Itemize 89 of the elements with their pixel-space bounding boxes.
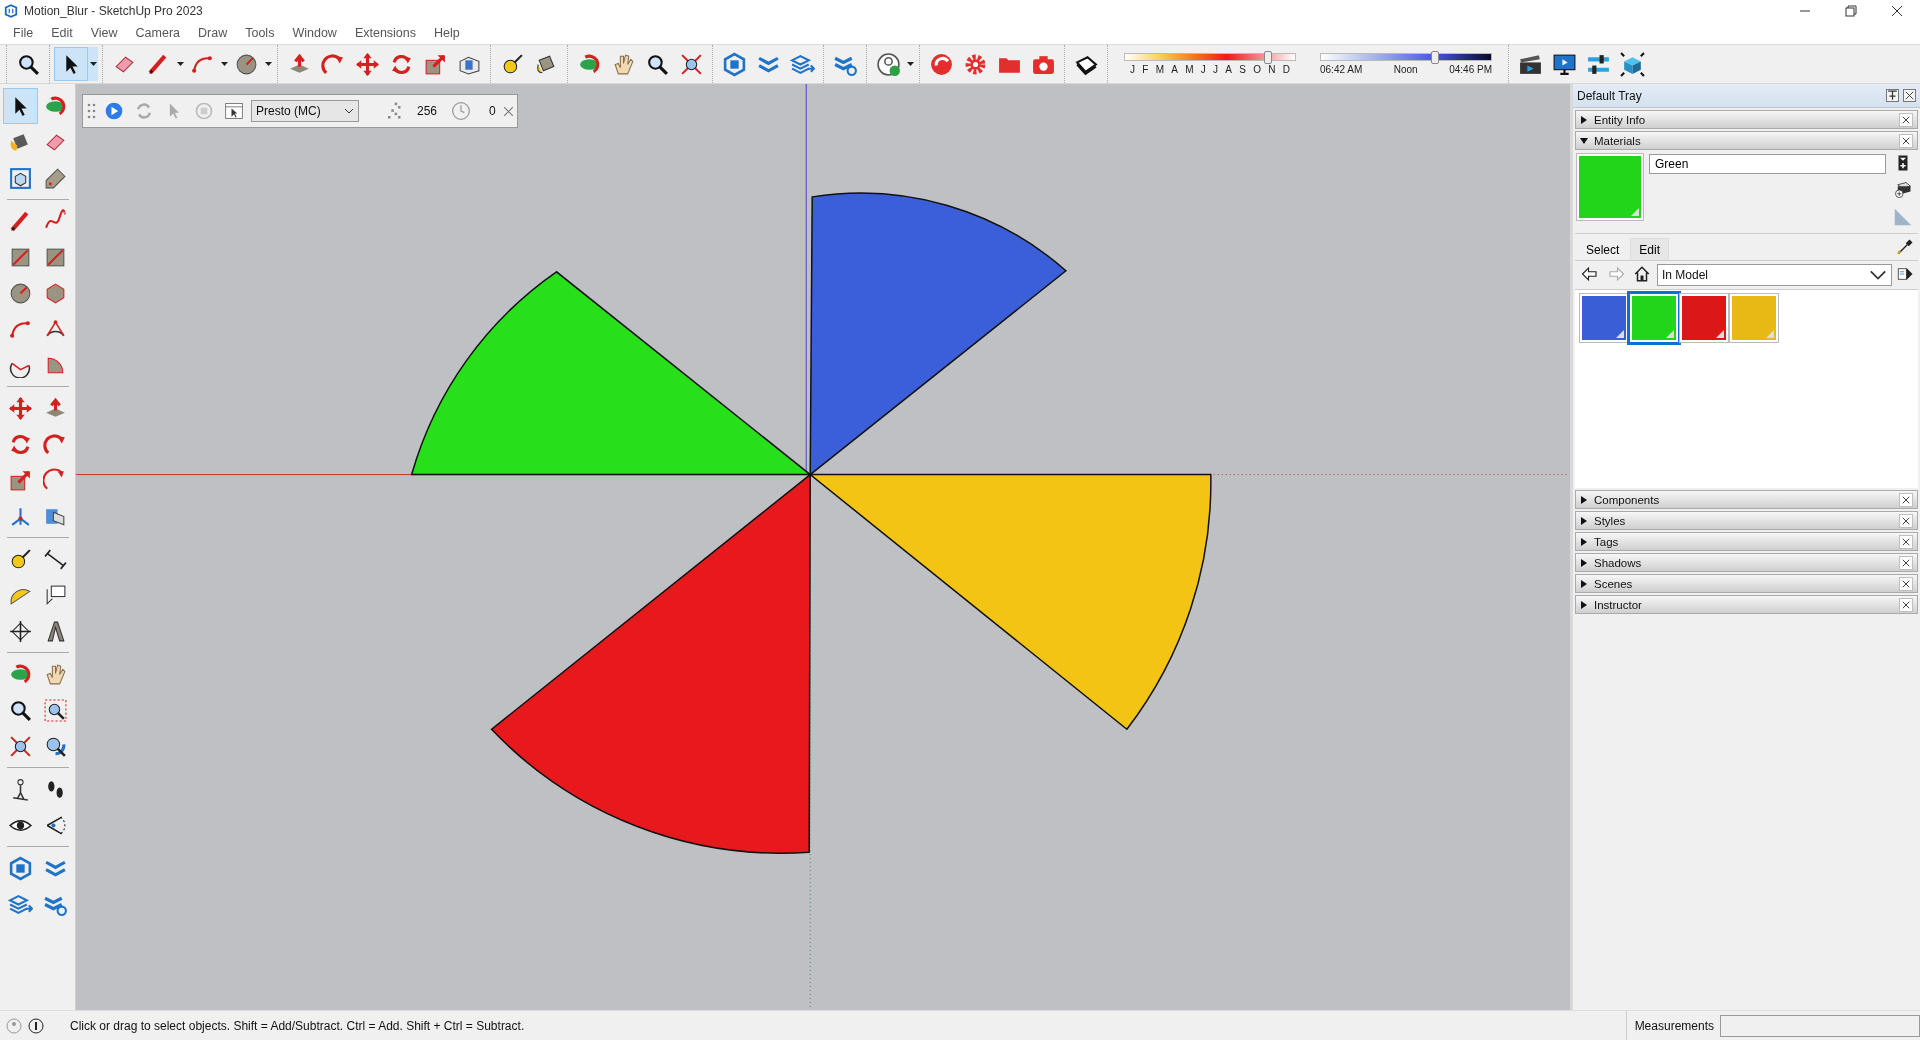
slider-thumb[interactable] [1430, 51, 1439, 64]
sample-count: 256 [416, 104, 439, 118]
close-button[interactable] [1899, 534, 1913, 549]
material-name-field[interactable]: Green [1649, 154, 1886, 174]
close-button[interactable] [1899, 492, 1913, 507]
month-label: A [1171, 64, 1178, 75]
panel-title: Tags [1594, 535, 1619, 548]
expand-triangle-icon [1580, 495, 1588, 504]
time-label: 06:42 AM [1320, 64, 1363, 75]
panel-header[interactable]: Materials [1575, 131, 1918, 150]
menu-item[interactable]: Help [425, 26, 469, 40]
month-label: N [1268, 64, 1276, 75]
material-swatch[interactable] [1730, 294, 1778, 342]
clock-icon [451, 101, 472, 121]
collection-dropdown[interactable]: In Model [1657, 264, 1892, 286]
month-label: D [1282, 64, 1290, 75]
close-button[interactable] [1899, 112, 1913, 127]
panel-title: Instructor [1594, 598, 1642, 611]
expand-triangle-icon [1580, 579, 1588, 588]
expand-triangle-icon [1580, 516, 1588, 525]
caret-icon [344, 108, 354, 114]
time-label: 04:46 PM [1449, 64, 1492, 75]
month-label: J [1130, 64, 1135, 75]
season-slider[interactable] [1124, 53, 1296, 61]
menu-item[interactable]: Tools [236, 26, 284, 40]
month-label: A [1225, 64, 1232, 75]
cursor-icon[interactable] [54, 47, 88, 81]
expand-triangle-icon [1580, 600, 1588, 609]
time-slider[interactable] [1320, 53, 1492, 61]
panel-header[interactable]: Shadows [1575, 553, 1918, 572]
month-label: M [1185, 64, 1194, 75]
month-label: J [1213, 64, 1219, 75]
time-value: 0 [488, 104, 497, 118]
month-label: O [1253, 64, 1261, 75]
collapse-triangle-icon [1580, 136, 1588, 145]
expand-triangle-icon [1580, 115, 1588, 124]
expand-triangle-icon [1580, 537, 1588, 546]
material-preview [1577, 154, 1643, 220]
month-label: S [1239, 64, 1246, 75]
panel-title: Shadows [1594, 556, 1642, 569]
panel-header[interactable]: Styles [1575, 511, 1918, 530]
month-label: M [1155, 64, 1164, 75]
menu-item[interactable]: Extensions [345, 26, 426, 40]
menu-item[interactable]: View [81, 26, 127, 40]
menu-item[interactable]: Draw [189, 26, 237, 40]
panel-title: Scenes [1594, 577, 1633, 590]
close-button[interactable] [1899, 555, 1913, 570]
close-button[interactable] [1903, 89, 1916, 102]
measurements-field[interactable] [1720, 1014, 1920, 1037]
panel-title: Components [1594, 493, 1660, 506]
panel-title: Materials [1594, 134, 1641, 147]
close-button[interactable] [1899, 597, 1913, 612]
close-button[interactable] [1899, 133, 1913, 148]
tab[interactable]: Edit [1630, 238, 1670, 260]
close-button[interactable] [1899, 513, 1913, 528]
restore-icon[interactable] [1845, 5, 1857, 17]
expand-triangle-icon [1580, 558, 1588, 567]
window-title: Motion_Blur - SketchUp Pro 2023 [24, 4, 203, 18]
panel-title: Styles [1594, 514, 1626, 527]
close-button[interactable] [1899, 576, 1913, 591]
material-swatch[interactable] [1580, 294, 1628, 342]
app-logo-icon [4, 4, 18, 18]
panel-title: Entity Info [1594, 113, 1646, 126]
menu-item[interactable]: File [4, 26, 43, 40]
panel-header[interactable]: Scenes [1575, 574, 1918, 593]
slider-thumb[interactable] [1263, 51, 1272, 64]
panel-header[interactable]: Components [1575, 490, 1918, 509]
pin-button[interactable] [1886, 89, 1899, 102]
menu-item[interactable]: Camera [126, 26, 190, 40]
panel-header[interactable]: Instructor [1575, 595, 1918, 614]
panel-header[interactable]: Entity Info [1575, 110, 1918, 129]
mode-dropdown[interactable]: Presto (MC) [251, 100, 359, 122]
month-label: J [1200, 64, 1206, 75]
time-label: Noon [1393, 64, 1418, 75]
menu-item[interactable]: Window [283, 26, 346, 40]
status-message: Click or drag to select objects. Shift = Add/Subtract. Ctrl = Add. Shift + Ctrl = Subtract. [69, 1018, 525, 1033]
material-swatch[interactable] [1630, 294, 1678, 342]
close-icon[interactable] [1891, 5, 1903, 17]
material-swatch[interactable] [1680, 294, 1728, 342]
tray-title: Default Tray [1577, 88, 1642, 103]
grip-icon [87, 103, 97, 119]
caret-icon[interactable] [88, 47, 98, 81]
panel-header[interactable]: Tags [1575, 532, 1918, 551]
location-pin-icon [6, 1017, 22, 1034]
cursor-icon[interactable] [3, 88, 38, 124]
info-icon [28, 1017, 44, 1034]
menu-item[interactable]: Edit [42, 26, 82, 40]
measurements-label: Measurements [1634, 1018, 1714, 1033]
month-label: F [1142, 64, 1149, 75]
